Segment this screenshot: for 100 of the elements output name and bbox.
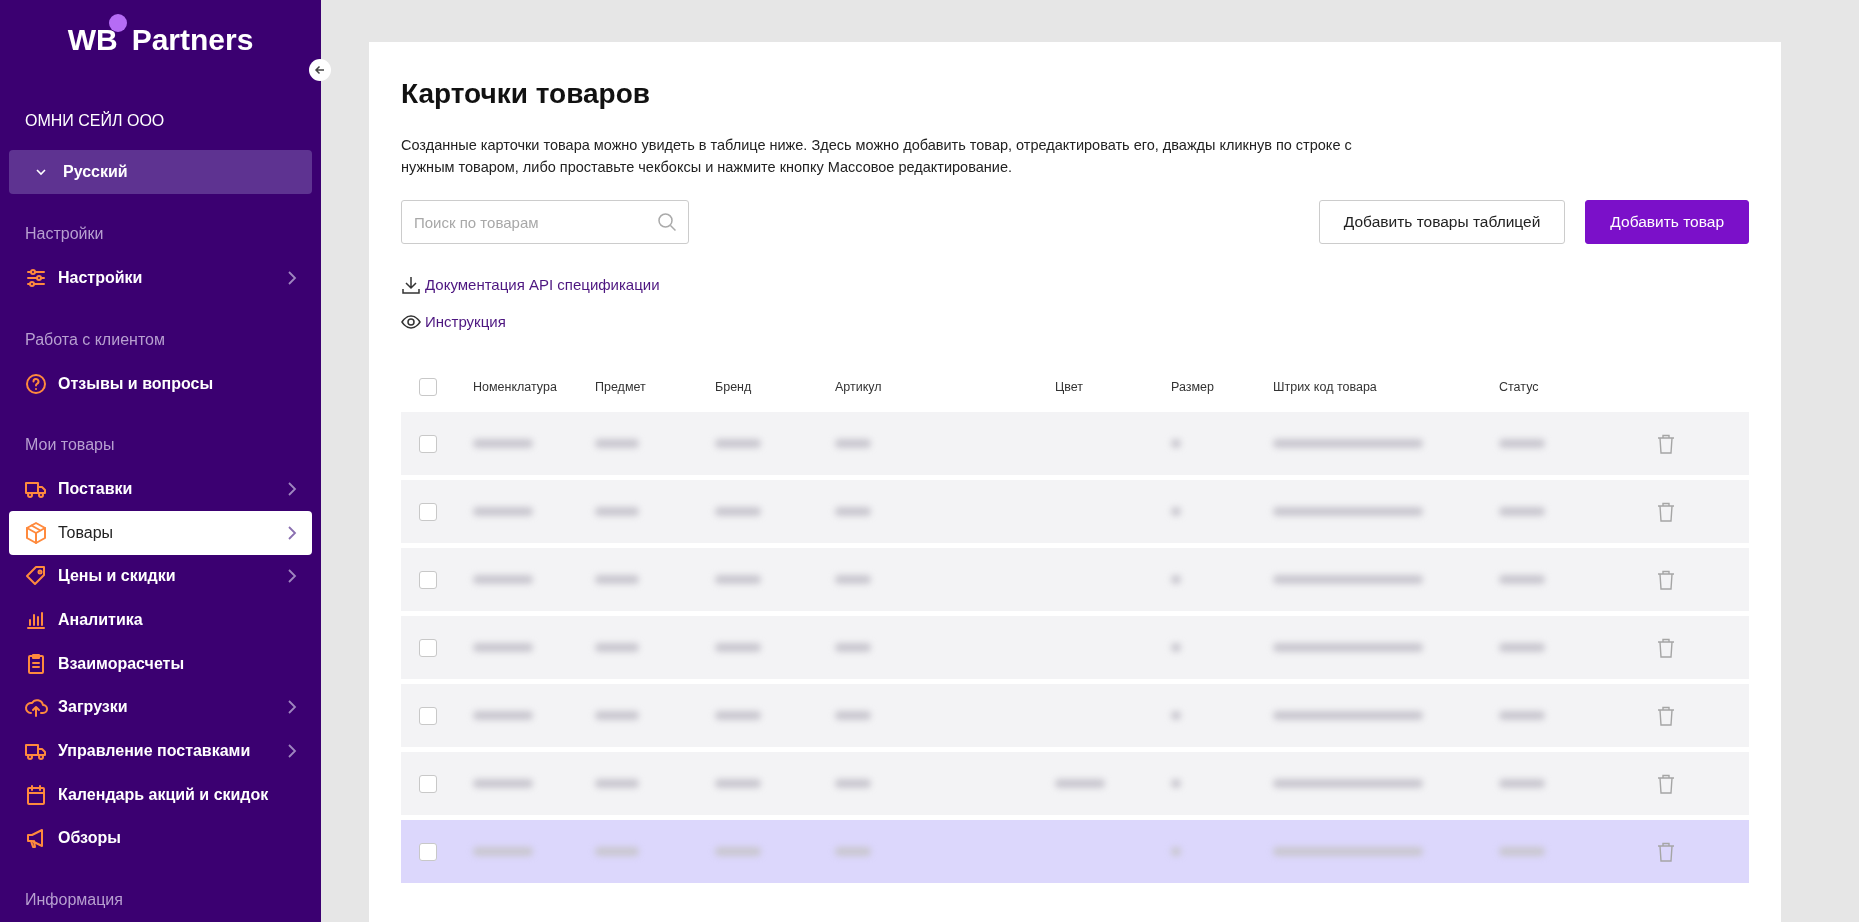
blurred-text [835, 643, 871, 652]
sidebar-item[interactable]: Отзывы и вопросы [9, 361, 312, 406]
blurred-text [1499, 711, 1545, 720]
sidebar-item[interactable]: Управление поставками [9, 729, 312, 773]
blurred-text [595, 711, 639, 720]
section-title: Информация [24, 890, 124, 911]
item-label: Товары [58, 522, 115, 543]
blurred-text [715, 439, 761, 448]
blurred-text [473, 439, 533, 448]
logo[interactable]: WB Partners [67, 14, 254, 58]
blurred-text [1499, 643, 1545, 652]
blurred-text [473, 575, 533, 584]
blurred-text [835, 439, 871, 448]
add-button[interactable]: Добавить товар [1585, 200, 1749, 244]
table-row[interactable] [401, 684, 1749, 747]
sidebar-item[interactable]: Поставки [9, 467, 312, 511]
item-label: Обзоры [58, 828, 122, 849]
checkbox[interactable] [419, 638, 437, 657]
link[interactable]: Документация API спецификации [425, 274, 660, 297]
trash-icon[interactable] [1657, 705, 1675, 726]
table-row[interactable] [401, 548, 1749, 611]
section-title: Мои товары [24, 435, 116, 456]
column-header: Артикул [835, 379, 882, 394]
blurred-text [1499, 847, 1545, 856]
add-table-button[interactable]: Добавить товары таблицей [1318, 200, 1566, 244]
sidebar-item[interactable]: Аналитика [9, 598, 312, 642]
item-label: Цены и скидки [58, 566, 177, 587]
blurred-text [1171, 847, 1181, 856]
section-title: Работа с клиентом [24, 329, 166, 350]
page-title: Карточки товаров [401, 77, 652, 111]
sidebar-item[interactable]: Загрузки [9, 685, 312, 730]
blurred-text [473, 847, 533, 856]
checkbox[interactable] [419, 774, 437, 793]
table-row[interactable] [401, 752, 1749, 815]
chevron-right-icon [287, 269, 297, 286]
blurred-text [595, 507, 639, 516]
item-label: Аналитика [58, 610, 144, 631]
blurred-text [1171, 779, 1181, 788]
trash-icon[interactable] [1657, 433, 1675, 454]
language-dropdown[interactable]: Русский [9, 150, 312, 195]
blurred-text [715, 847, 761, 856]
blurred-text [835, 575, 871, 584]
sidebar-item[interactable]: Настройки [9, 256, 312, 300]
table-row[interactable] [401, 616, 1749, 679]
table-row[interactable] [401, 820, 1749, 883]
column-header: Бренд [715, 379, 752, 394]
blurred-text [1171, 507, 1181, 516]
column-header: Цвет [1055, 379, 1083, 394]
checkbox[interactable] [419, 434, 437, 453]
blurred-text [835, 779, 871, 788]
column-header: Предмет [595, 379, 646, 394]
blurred-text [595, 439, 639, 448]
column-header: Штрих код товара [1273, 379, 1377, 394]
checkbox[interactable] [419, 378, 437, 396]
trash-icon[interactable] [1657, 501, 1675, 522]
trash-icon[interactable] [1657, 569, 1675, 590]
item-label: Поставки [58, 479, 134, 500]
chevron-right-icon [287, 743, 297, 759]
trash-icon[interactable] [1657, 841, 1675, 862]
checkbox[interactable] [419, 502, 437, 521]
link[interactable]: Инструкция [425, 310, 506, 333]
sidebar-item[interactable]: Календарь акций и скидок [9, 772, 312, 817]
blurred-text [1499, 575, 1545, 584]
arrow-left-icon [314, 64, 326, 76]
column-header: Статус [1499, 379, 1539, 394]
section-title: Настройки [24, 224, 105, 245]
search-field[interactable]: Поиск по товарам [401, 200, 689, 244]
table-row[interactable] [401, 480, 1749, 543]
blurred-text [1499, 507, 1545, 516]
item-label: Управление поставками [58, 741, 252, 761]
blurred-text [473, 779, 533, 788]
blurred-text [835, 711, 871, 720]
blurred-text [473, 643, 533, 652]
trash-icon[interactable] [1657, 637, 1675, 658]
sidebar-item[interactable]: Взаиморасчеты [9, 641, 312, 686]
column-header: Номенклатура [473, 379, 557, 394]
item-label: Взаиморасчеты [58, 653, 186, 674]
download-icon [401, 275, 421, 296]
trash-icon[interactable] [1657, 773, 1675, 794]
page-description: Созданные карточки товара можно увидеть в таблице ниже. Здесь можно добавить товар, отредактировать его, дважды кликнув по строке с нужным товаром, либо проставьте чекбоксы и нажмите кнопку Массовое редактирование. [401, 136, 1353, 177]
checkbox[interactable] [419, 570, 437, 589]
chevron-right-icon [287, 699, 297, 716]
calendar-icon [24, 782, 48, 807]
blurred-text [1171, 439, 1181, 448]
blurred-text [595, 575, 639, 584]
column-header: Размер [1171, 379, 1214, 394]
blurred-text [1171, 643, 1181, 652]
blurred-text [1499, 439, 1545, 448]
sidebar-item[interactable]: Товары [9, 510, 312, 555]
blurred-text [473, 711, 533, 720]
company-name: ОМНИ СЕЙЛ ООО [24, 110, 166, 132]
table-row[interactable] [401, 412, 1749, 475]
sidebar-item[interactable]: Цены и скидки [9, 554, 312, 599]
collapse-button[interactable] [309, 59, 331, 81]
blurred-text [595, 847, 639, 856]
blurred-text [1171, 575, 1181, 584]
chevron-down-icon [35, 168, 47, 177]
checkbox[interactable] [419, 706, 437, 725]
checkbox[interactable] [419, 842, 437, 861]
sidebar-item[interactable]: Обзоры [9, 816, 312, 861]
